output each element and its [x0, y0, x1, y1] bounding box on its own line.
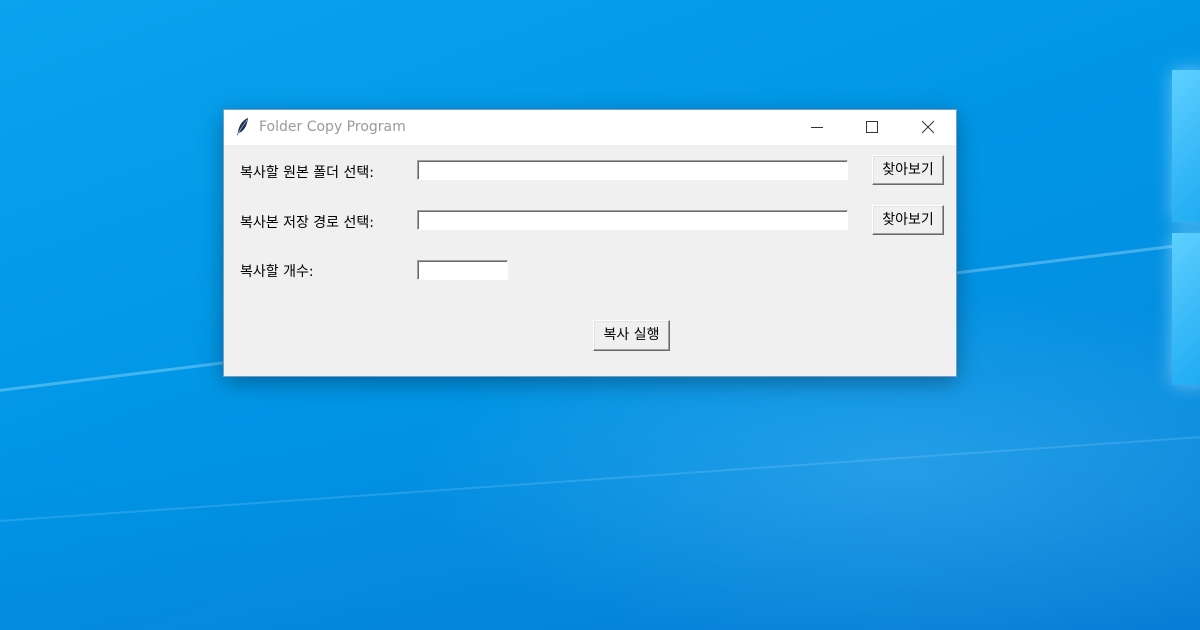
dest-path-label: 복사본 저장 경로 선택:: [240, 215, 374, 231]
source-browse-button[interactable]: 찾아보기: [872, 155, 944, 185]
windows-logo-pane-bottom: [1172, 233, 1200, 385]
minimize-button[interactable]: [794, 110, 840, 145]
dest-browse-button[interactable]: 찾아보기: [872, 205, 944, 235]
folder-copy-window: Folder Copy Program 복사할 원본 폴더 선택: 찾아보기 복…: [224, 110, 956, 376]
tk-feather-icon: [236, 117, 250, 137]
maximize-button[interactable]: [849, 110, 895, 145]
dest-path-input[interactable]: [417, 210, 848, 230]
source-folder-label: 복사할 원본 폴더 선택:: [240, 165, 374, 181]
run-copy-button[interactable]: 복사 실행: [593, 320, 670, 351]
window-titlebar[interactable]: Folder Copy Program: [224, 110, 956, 145]
close-button[interactable]: [905, 110, 951, 145]
maximize-icon: [866, 121, 878, 133]
window-title: Folder Copy Program: [259, 119, 406, 135]
minimize-icon: [811, 127, 823, 128]
close-icon: [921, 120, 935, 134]
source-folder-input[interactable]: [417, 160, 848, 180]
copy-count-input[interactable]: [417, 260, 508, 280]
copy-count-label: 복사할 개수:: [240, 264, 314, 280]
windows-logo-pane-top: [1172, 70, 1200, 222]
